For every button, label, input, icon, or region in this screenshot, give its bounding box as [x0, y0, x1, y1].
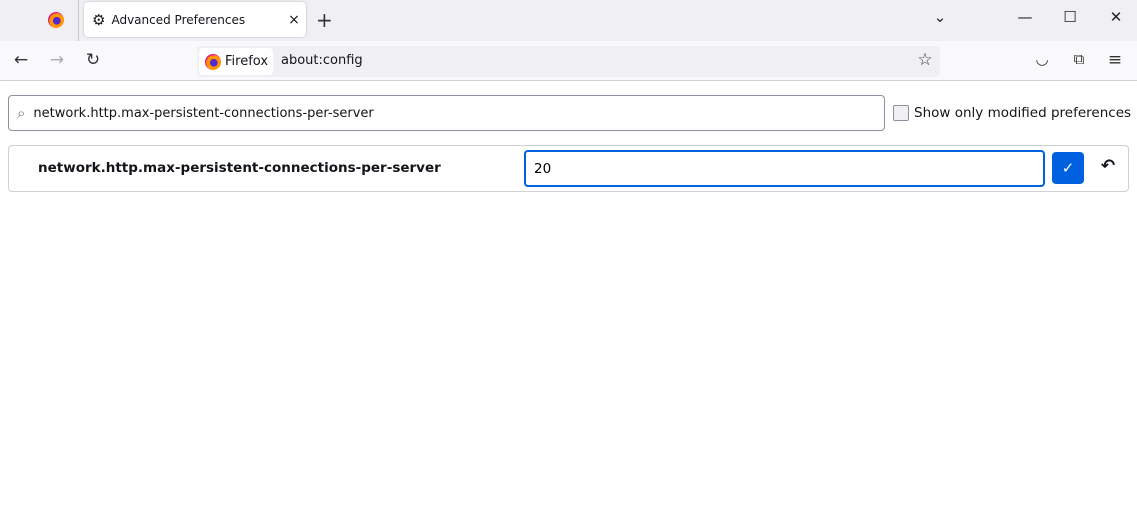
revert-button[interactable]: ↶: [1096, 156, 1120, 180]
maximize-button[interactable]: ☐: [1055, 8, 1085, 26]
menu-icon[interactable]: ≡: [1103, 50, 1127, 70]
list-tabs-button[interactable]: ⌄: [925, 8, 955, 26]
gear-icon: ⚙: [92, 10, 106, 29]
minimize-button[interactable]: —: [1010, 8, 1040, 26]
show-modified-checkbox[interactable]: [893, 105, 909, 121]
undo-icon: ↶: [1100, 156, 1116, 176]
identity-label: Firefox: [225, 54, 269, 69]
forward-button[interactable]: →: [45, 50, 69, 70]
reload-button[interactable]: ↻: [81, 50, 105, 70]
extensions-icon[interactable]: ⧉: [1067, 50, 1091, 68]
identity-box[interactable]: Firefox: [199, 48, 273, 75]
back-button[interactable]: ←: [9, 50, 33, 70]
firefox-icon: [205, 53, 221, 70]
pocket-icon[interactable]: ◡: [1030, 50, 1054, 68]
show-modified-label[interactable]: Show only modified preferences: [914, 105, 1131, 121]
close-tab-icon[interactable]: ×: [282, 12, 306, 28]
tab-title: Advanced Preferences: [111, 12, 246, 27]
close-window-button[interactable]: ✕: [1101, 8, 1131, 26]
save-button[interactable]: ✓: [1052, 152, 1084, 184]
pref-name: network.http.max-persistent-connections-…: [38, 160, 441, 176]
new-tab-button[interactable]: +: [316, 8, 333, 32]
bookmark-star-icon[interactable]: ☆: [913, 50, 937, 70]
pref-value-input[interactable]: [524, 150, 1045, 187]
tab-separator: [78, 0, 79, 41]
url-text[interactable]: about:config: [281, 53, 363, 68]
firefox-icon: [48, 12, 64, 28]
search-box[interactable]: ⌕: [8, 95, 885, 131]
search-input[interactable]: [33, 105, 854, 121]
checkmark-icon: ✓: [1061, 159, 1075, 177]
tab-advanced-preferences[interactable]: ⚙ Advanced Preferences ×: [84, 2, 306, 37]
pinned-tab-firefox[interactable]: [40, 8, 72, 32]
search-icon: ⌕: [17, 104, 26, 122]
